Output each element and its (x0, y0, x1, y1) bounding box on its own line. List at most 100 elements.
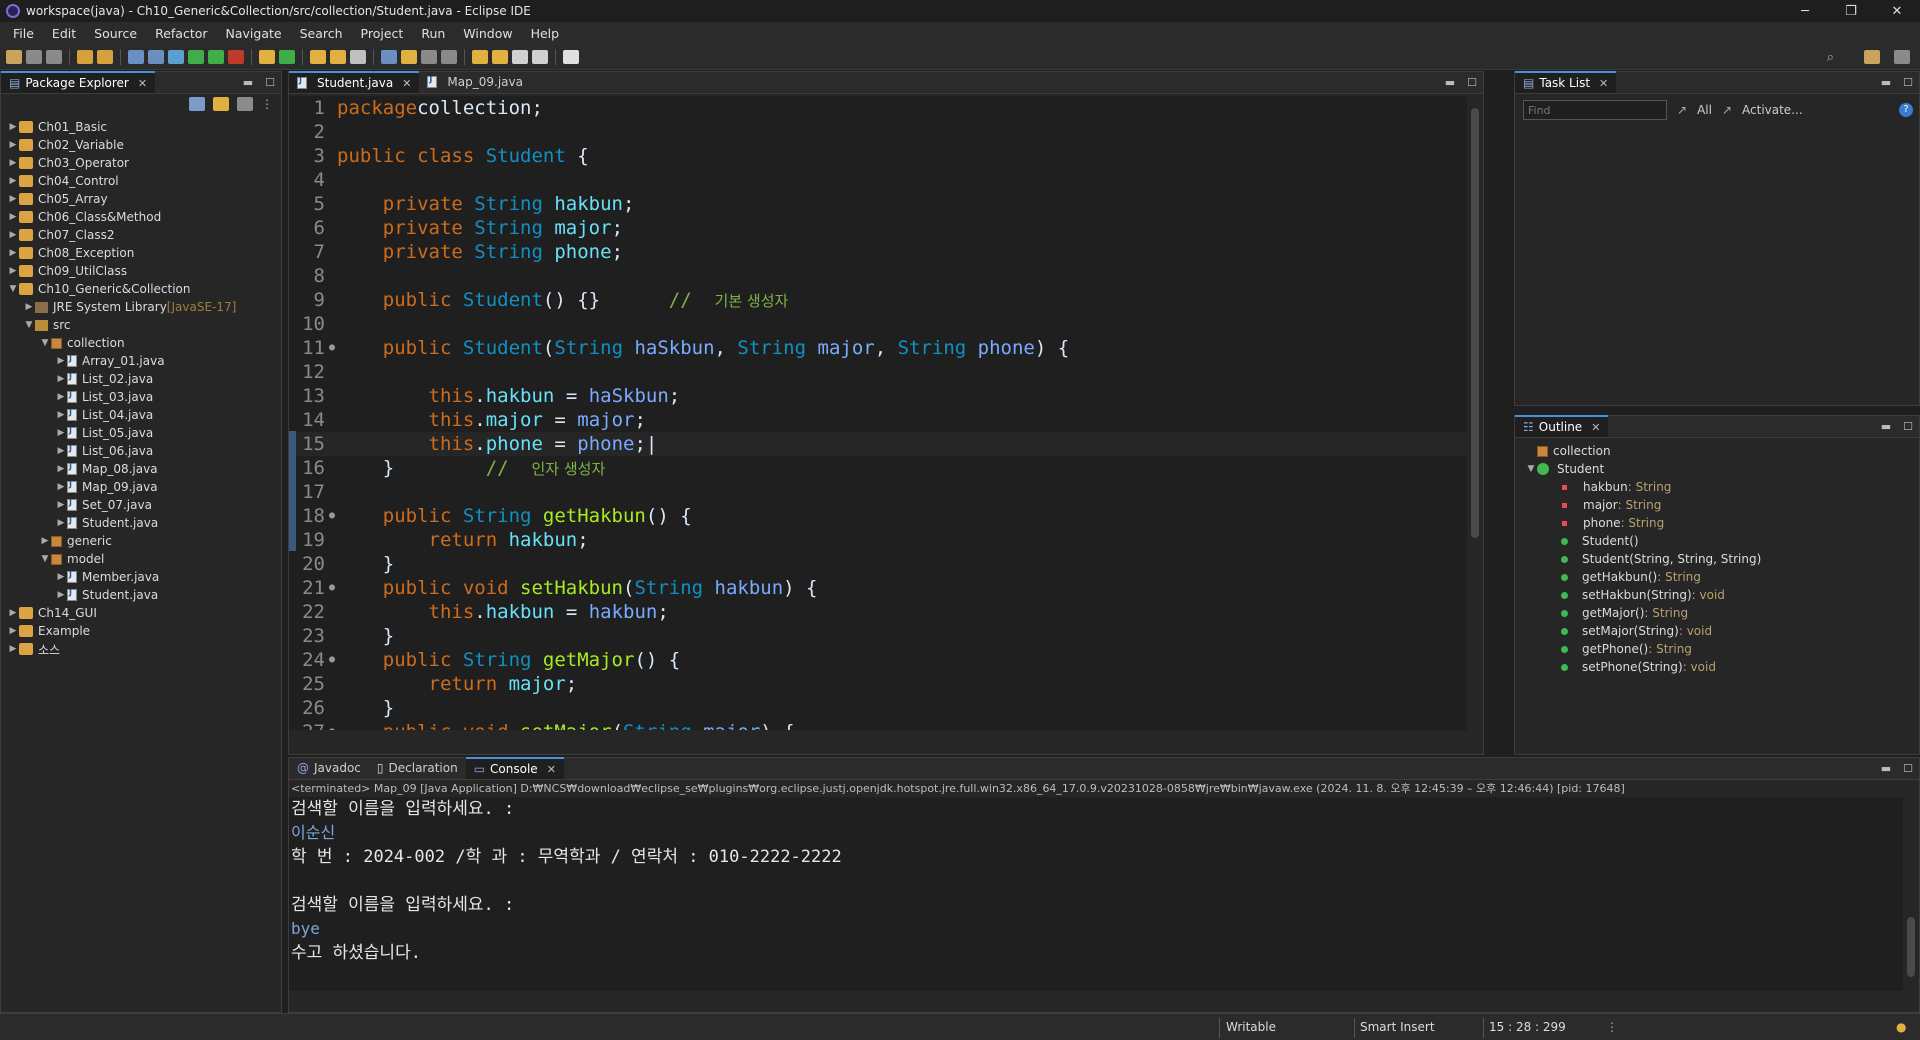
chevron-right-icon[interactable]: ▶ (55, 428, 67, 438)
close-icon[interactable]: ✕ (138, 77, 147, 90)
outline-member[interactable]: getPhone() : String (1525, 640, 1919, 658)
annotation-icon[interactable] (381, 49, 397, 64)
tree-item[interactable]: ▶ Student.java (1, 586, 281, 604)
save-icon[interactable] (26, 49, 42, 64)
scroll-thumb[interactable] (1471, 108, 1479, 538)
chevron-right-icon[interactable]: ▶ (7, 212, 19, 222)
fold-marker-icon[interactable]: ● (329, 648, 335, 672)
chevron-right-icon[interactable]: ▶ (7, 176, 19, 186)
tab-package-explorer[interactable]: ▤ Package Explorer ✕ (1, 71, 156, 93)
new-java-project-icon[interactable] (259, 49, 275, 64)
chevron-right-icon[interactable]: ▶ (55, 518, 67, 528)
outline-package[interactable]: collection (1525, 442, 1919, 460)
maximize-icon[interactable]: ☐ (1903, 420, 1913, 433)
help-icon[interactable]: ? (1899, 103, 1913, 117)
chevron-right-icon[interactable]: ▶ (7, 122, 19, 132)
next-annotation-icon[interactable] (492, 49, 508, 64)
tree-item[interactable]: ▶ Map_09.java (1, 478, 281, 496)
tree-item[interactable]: ▶ Ch14_GUI (1, 604, 281, 622)
status-insert-mode[interactable]: Smart Insert (1360, 1020, 1435, 1034)
maximize-icon[interactable]: ☐ (265, 76, 275, 89)
chevron-right-icon[interactable]: ▶ (7, 266, 19, 276)
view-menu-icon[interactable]: ⋮ (261, 97, 273, 111)
new-icon[interactable] (6, 49, 22, 64)
menu-help[interactable]: Help (522, 26, 569, 41)
menu-navigate[interactable]: Navigate (217, 26, 291, 41)
outline-member[interactable]: setMajor(String) : void (1525, 622, 1919, 640)
menu-file[interactable]: File (4, 26, 43, 41)
tree-item[interactable]: ▶ Ch02_Variable (1, 136, 281, 154)
fold-marker-icon[interactable]: ● (329, 504, 335, 528)
code-editor[interactable]: 1 packagecollection; 2 3 public class Studen… (289, 96, 1467, 730)
chevron-down-icon[interactable]: ▼ (7, 284, 19, 294)
menu-project[interactable]: Project (352, 26, 413, 41)
chevron-down-icon[interactable]: ▼ (39, 554, 51, 564)
search-tool-icon[interactable] (350, 49, 366, 64)
tree-item[interactable]: ▶ generic (1, 532, 281, 550)
outline-class[interactable]: ▼ Student (1525, 460, 1919, 478)
chevron-down-icon[interactable]: ▼ (1525, 464, 1537, 474)
minimize-button[interactable]: ─ (1782, 0, 1828, 22)
debug-icon[interactable] (168, 49, 184, 64)
minimize-icon[interactable]: ▬ (1881, 420, 1891, 433)
collapse-all-icon[interactable] (189, 97, 205, 111)
console-vertical-scrollbar[interactable] (1903, 797, 1919, 991)
search-icon[interactable]: ⌕ (1827, 50, 1834, 65)
tree-item[interactable]: ▶ Example (1, 622, 281, 640)
tree-item[interactable]: ▶ Ch08_Exception (1, 244, 281, 262)
chevron-down-icon[interactable]: ▼ (39, 338, 51, 348)
task-all-link[interactable]: All (1697, 103, 1712, 117)
outline-member[interactable]: getHakbun() : String (1525, 568, 1919, 586)
new-class-icon[interactable] (279, 49, 295, 64)
tree-item[interactable]: ▶ Map_08.java (1, 460, 281, 478)
chevron-right-icon[interactable]: ▶ (55, 572, 67, 582)
menu-source[interactable]: Source (85, 26, 146, 41)
outline-member[interactable]: Student(String, String, String) (1525, 550, 1919, 568)
tree-item[interactable]: ▶ Ch06_Class&Method (1, 208, 281, 226)
menu-edit[interactable]: Edit (43, 26, 85, 41)
restore-button[interactable]: ❐ (1828, 0, 1874, 22)
pin-editor-icon[interactable] (563, 49, 579, 64)
outline-member[interactable]: setHakbun(String) : void (1525, 586, 1919, 604)
open-type-icon[interactable] (310, 49, 326, 64)
tree-item[interactable]: ▶ Ch05_Array (1, 190, 281, 208)
tree-item[interactable]: ▶ Member.java (1, 568, 281, 586)
tab-map09-java[interactable]: Map_09.java (419, 71, 531, 93)
chevron-right-icon[interactable]: ▶ (55, 356, 67, 366)
maximize-icon[interactable]: ☐ (1903, 76, 1913, 89)
tree-item[interactable]: ▶ 소스 (1, 640, 281, 658)
chevron-right-icon[interactable]: ▶ (7, 140, 19, 150)
tree-item[interactable]: ▶ Student.java (1, 514, 281, 532)
tree-item[interactable]: ▶ JRE System Library [JavaSE-17] (1, 298, 281, 316)
external-tools-icon[interactable] (228, 49, 244, 64)
chevron-right-icon[interactable]: ▶ (55, 446, 67, 456)
chevron-right-icon[interactable]: ▶ (23, 302, 35, 312)
tree-item[interactable]: ▶ List_02.java (1, 370, 281, 388)
close-icon[interactable]: ✕ (1591, 421, 1600, 434)
maximize-icon[interactable]: ☐ (1903, 762, 1913, 775)
back-icon[interactable] (512, 49, 528, 64)
menu-refactor[interactable]: Refactor (146, 26, 216, 41)
maximize-icon[interactable]: ☐ (1467, 76, 1477, 89)
tree-item[interactable]: ▶ Ch03_Operator (1, 154, 281, 172)
outline-member[interactable]: phone : String (1525, 514, 1919, 532)
tree-item[interactable]: ▼ Ch10_Generic&Collection (1, 280, 281, 298)
minimize-icon[interactable]: ▬ (1445, 76, 1455, 89)
tree-item[interactable]: ▶ Array_01.java (1, 352, 281, 370)
chevron-right-icon[interactable]: ▶ (39, 536, 51, 546)
chevron-right-icon[interactable]: ▶ (55, 500, 67, 510)
editor-vertical-scrollbar[interactable] (1467, 96, 1483, 730)
redo-icon[interactable] (97, 49, 113, 64)
prev-annotation-icon[interactable] (472, 49, 488, 64)
tree-item[interactable]: ▶ List_03.java (1, 388, 281, 406)
show-whitespace-icon[interactable] (441, 49, 457, 64)
minimize-icon[interactable]: ▬ (243, 76, 253, 89)
menu-search[interactable]: Search (291, 26, 352, 41)
close-icon[interactable]: ✕ (547, 763, 556, 776)
open-perspective-icon[interactable] (1864, 50, 1880, 64)
tree-item[interactable]: ▶ Set_07.java (1, 496, 281, 514)
chevron-down-icon[interactable]: ▼ (23, 320, 35, 330)
block-selection-icon[interactable] (421, 49, 437, 64)
minimize-icon[interactable]: ▬ (1881, 762, 1891, 775)
tree-item[interactable]: ▼ model (1, 550, 281, 568)
